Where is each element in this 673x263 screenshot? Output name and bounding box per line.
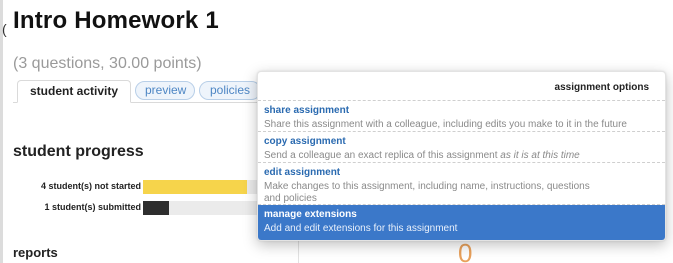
tab-policies[interactable]: policies [199, 81, 261, 100]
progress-label: 1 student(s) submitted [44, 202, 141, 212]
reports-heading: reports [13, 245, 58, 260]
menu-item-description-emphasis: as it is at this time [500, 150, 580, 161]
menu-item-title: copy assignment [264, 136, 346, 147]
tab-preview[interactable]: preview [135, 81, 195, 100]
menu-item-description: Add and edit extensions for this assignm… [264, 223, 458, 234]
reports-count: 0 [458, 238, 473, 263]
menu-item-description: Make changes to this assignment, includi… [264, 181, 659, 205]
menu-item-title: share assignment [264, 105, 350, 116]
menu-header: assignment options [258, 72, 665, 101]
assignment-options-menu: assignment options share assignment Shar… [257, 71, 666, 241]
assignment-summary: (3 questions, 30.00 points) [13, 55, 202, 72]
menu-item-share-assignment[interactable]: share assignment Share this assignment w… [258, 101, 665, 132]
menu-item-description-line2: and policies [264, 193, 317, 204]
menu-item-copy-assignment[interactable]: copy assignment Send a colleague an exac… [258, 132, 665, 163]
progress-fill-submitted [143, 201, 169, 215]
progress-label: 4 student(s) not started [40, 181, 141, 191]
menu-item-edit-assignment[interactable]: edit assignment Make changes to this ass… [258, 163, 665, 205]
edge-glyph: ( [2, 21, 7, 37]
section-divider [298, 238, 299, 263]
menu-header-label: assignment options [554, 82, 649, 93]
menu-item-manage-extensions[interactable]: manage extensions Add and edit extension… [258, 205, 665, 240]
window-edge [0, 0, 3, 263]
student-progress-heading: student progress [13, 143, 144, 160]
tab-student-activity[interactable]: student activity [17, 80, 131, 103]
menu-item-description: Send a colleague an exact replica of thi… [264, 150, 659, 162]
menu-item-title: edit assignment [264, 167, 341, 178]
page-title: Intro Homework 1 [13, 7, 219, 34]
menu-item-title: manage extensions [264, 209, 357, 220]
menu-item-description-text: Send a colleague an exact replica of thi… [264, 150, 498, 161]
progress-fill-not-started [143, 180, 247, 194]
menu-item-description-line1: Make changes to this assignment, includi… [264, 181, 590, 192]
menu-item-description: Share this assignment with a colleague, … [264, 119, 627, 130]
